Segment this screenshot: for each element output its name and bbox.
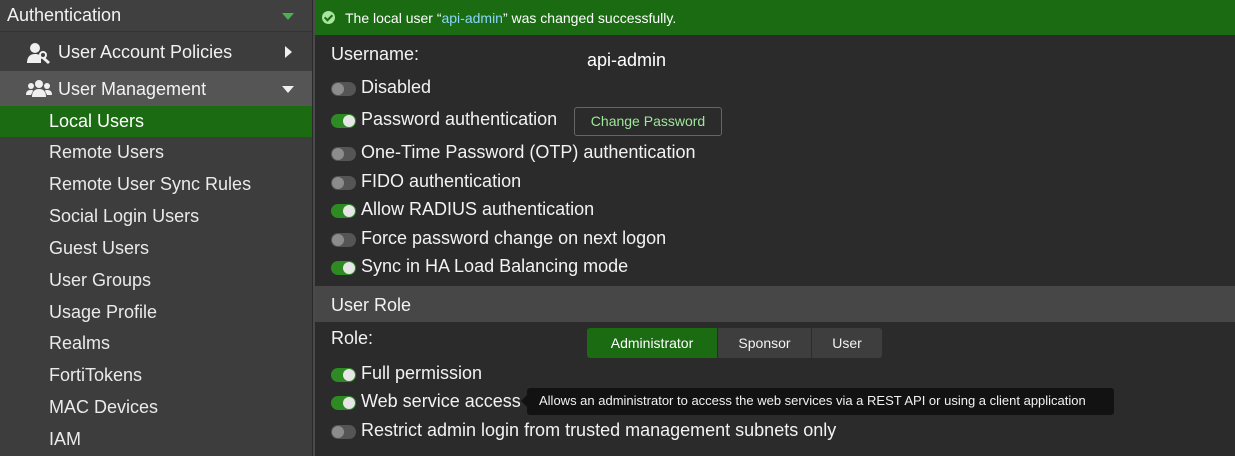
sidebar: Authentication User Account Policies Use…: [0, 0, 312, 456]
sidebar-item-label: Usage Profile: [49, 302, 158, 322]
chevron-down-icon: [282, 86, 294, 93]
sidebar-item-remote-user-sync-rules[interactable]: Remote User Sync Rules: [0, 169, 312, 200]
sidebar-item-realms[interactable]: Realms: [0, 328, 312, 359]
sidebar-item-label: Social Login Users: [49, 206, 200, 226]
toggle-knob: [343, 262, 355, 274]
sidebar-item-remote-users[interactable]: Remote Users: [0, 137, 312, 168]
toggle-switch[interactable]: [331, 233, 356, 247]
chevron-right-icon: [285, 46, 292, 58]
toggle-switch[interactable]: [331, 425, 356, 439]
sidebar-section-label: User Management: [58, 79, 207, 99]
toggle-switch[interactable]: [331, 204, 356, 218]
toggle-switch[interactable]: [331, 368, 356, 382]
sidebar-item-label: User Groups: [49, 270, 152, 290]
sidebar-item-label: IAM: [49, 429, 82, 449]
sidebar-item-local-users[interactable]: Local Users: [0, 106, 312, 137]
banner-prefix: The local user “: [345, 10, 442, 26]
username-value: api-admin: [587, 50, 667, 70]
user-role-section-header: User Role: [315, 286, 1235, 322]
sidebar-item-fortitokens[interactable]: FortiTokens: [0, 360, 312, 391]
role-option-administrator[interactable]: Administrator: [587, 328, 718, 358]
toggle-knob: [343, 205, 355, 217]
users-icon: [26, 79, 52, 104]
toggle-label: Allow RADIUS authentication: [361, 199, 595, 219]
toggle-switch[interactable]: [331, 261, 356, 275]
sidebar-item-user-groups[interactable]: User Groups: [0, 265, 312, 296]
banner-user-link[interactable]: api-admin: [441, 10, 502, 26]
sidebar-section-user-account-policies[interactable]: User Account Policies: [0, 34, 312, 70]
sidebar-item-label: MAC Devices: [49, 397, 159, 417]
app-window: Authentication User Account Policies Use…: [0, 0, 1235, 456]
tooltip-text: Allows an administrator to access the we…: [539, 393, 1086, 408]
toggle-label: Force password change on next logon: [361, 228, 667, 248]
role-option-user[interactable]: User: [812, 328, 882, 358]
role-label: Role:: [331, 328, 374, 348]
toggle-label: Restrict admin login from trusted manage…: [361, 420, 837, 440]
sidebar-item-label: Authentication: [7, 5, 122, 25]
check-circle-icon: [322, 11, 335, 24]
role-option-sponsor[interactable]: Sponsor: [718, 328, 812, 358]
sidebar-item-label: Local Users: [49, 111, 145, 131]
toggle-label: Full permission: [361, 363, 483, 383]
toggle-label: Disabled: [361, 77, 432, 97]
success-banner: The local user “api-admin” was changed s…: [315, 0, 1235, 35]
role-selector: Administrator Sponsor User: [587, 328, 882, 358]
toggle-label: FIDO authentication: [361, 171, 522, 191]
toggle-label: Password authentication: [361, 109, 558, 129]
toggle-knob: [343, 115, 355, 127]
username-label: Username:: [331, 44, 420, 64]
toggle-knob: [343, 369, 355, 381]
toggle-switch[interactable]: [331, 82, 356, 96]
sidebar-item-authentication[interactable]: Authentication: [0, 0, 312, 32]
sidebar-item-guest-users[interactable]: Guest Users: [0, 233, 312, 264]
toggle-knob: [332, 83, 344, 95]
toggle-knob: [332, 148, 344, 160]
banner-message: The local user “api-admin” was changed s…: [345, 10, 676, 26]
user-gear-icon: [26, 42, 52, 69]
sidebar-item-usage-profile[interactable]: Usage Profile: [0, 297, 312, 328]
change-password-button[interactable]: Change Password: [574, 107, 722, 136]
banner-suffix: ” was changed successfully.: [502, 10, 677, 26]
section-title: User Role: [331, 295, 412, 315]
sidebar-item-label: Guest Users: [49, 238, 150, 258]
toggle-knob: [343, 397, 355, 409]
sidebar-item-label: Remote User Sync Rules: [49, 174, 252, 194]
web-service-tooltip: Allows an administrator to access the we…: [521, 388, 1114, 415]
toggle-switch[interactable]: [331, 396, 356, 410]
toggle-knob: [332, 177, 344, 189]
toggle-label: Web service access: [361, 391, 521, 411]
sidebar-item-social-login-users[interactable]: Social Login Users: [0, 201, 312, 232]
toggle-switch[interactable]: [331, 114, 356, 128]
toggle-knob: [332, 234, 344, 246]
sidebar-item-mac-devices[interactable]: MAC Devices: [0, 392, 312, 423]
sidebar-item-label: Remote Users: [49, 142, 165, 162]
toggle-label: One-Time Password (OTP) authentication: [361, 142, 696, 162]
sidebar-item-label: Realms: [49, 333, 111, 353]
sidebar-item-iam[interactable]: IAM: [0, 424, 312, 455]
toggle-label: Sync in HA Load Balancing mode: [361, 256, 629, 276]
toggle-switch[interactable]: [331, 176, 356, 190]
sidebar-item-label: FortiTokens: [49, 365, 143, 385]
chevron-down-icon: [282, 13, 294, 20]
main-panel: The local user “api-admin” was changed s…: [313, 0, 1235, 456]
sidebar-section-user-management[interactable]: User Management: [0, 71, 312, 107]
toggle-switch[interactable]: [331, 147, 356, 161]
toggle-knob: [332, 426, 344, 438]
sidebar-section-label: User Account Policies: [58, 42, 233, 62]
